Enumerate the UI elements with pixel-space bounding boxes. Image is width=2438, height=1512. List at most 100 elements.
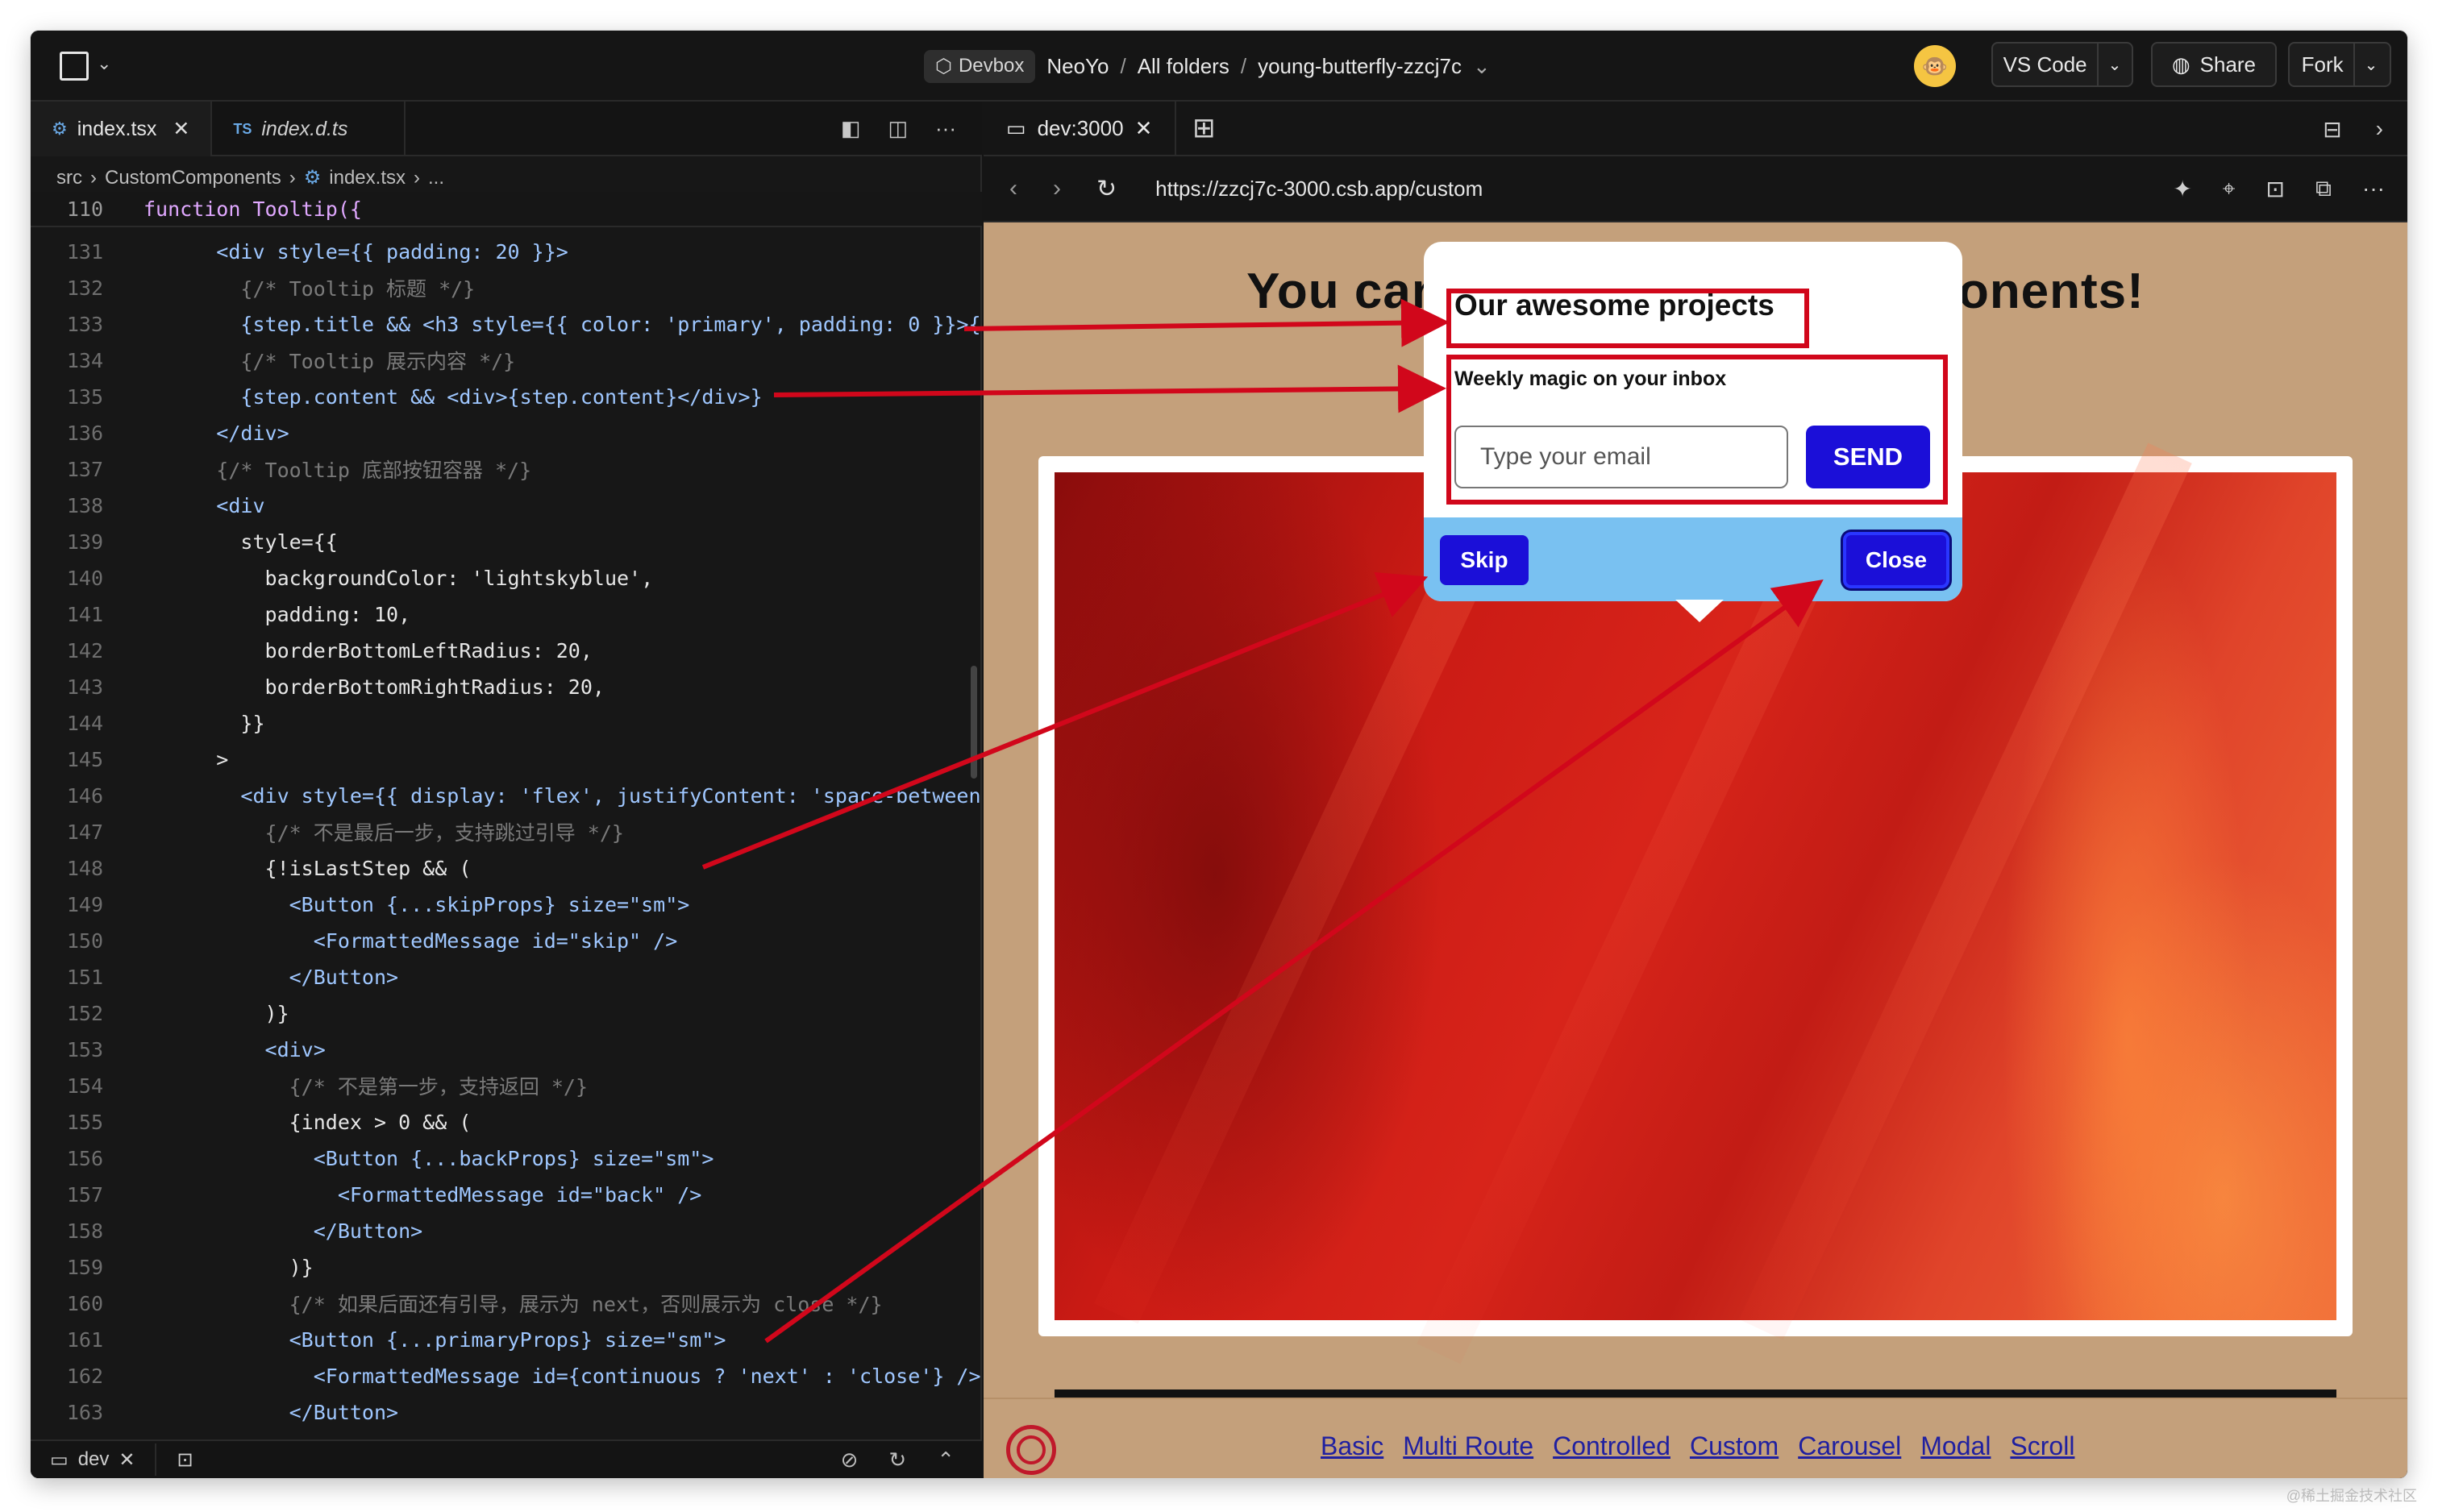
sticky-scroll-line[interactable]: 110 function Tooltip({: [31, 192, 982, 227]
close-icon[interactable]: ✕: [173, 117, 189, 141]
code-line[interactable]: 150 <FormattedMessage id="skip" />: [31, 923, 982, 958]
back-icon[interactable]: ‹: [1009, 175, 1017, 203]
tab-index-d-ts[interactable]: TS index.d.ts: [212, 102, 406, 156]
nav-link-modal[interactable]: Modal: [1920, 1431, 1991, 1461]
project-name[interactable]: young-butterfly-zzcj7c: [1258, 54, 1462, 79]
nav-link-scroll[interactable]: Scroll: [2010, 1431, 2074, 1461]
skip-button[interactable]: Skip: [1440, 535, 1529, 585]
devbox-badge[interactable]: ⬡ Devbox: [924, 49, 1036, 83]
code-line[interactable]: 155 {index > 0 && (: [31, 1104, 982, 1140]
close-icon[interactable]: ✕: [119, 1448, 135, 1472]
menu-square-icon[interactable]: [60, 52, 89, 81]
chevron-down-icon[interactable]: ⌄: [2108, 55, 2122, 75]
code-line[interactable]: 157 <FormattedMessage id="back" />: [31, 1177, 982, 1212]
code-line[interactable]: 156 <Button {...backProps} size="sm">: [31, 1140, 982, 1176]
code-line[interactable]: 135 {step.content && <div>{step.content}…: [31, 379, 982, 414]
close-button[interactable]: Close: [1843, 532, 1949, 588]
vscode-button[interactable]: VS Code ⌄: [1991, 42, 2133, 87]
code-line[interactable]: 139 style={{: [31, 524, 982, 559]
code-line[interactable]: 137 {/* Tooltip 底部按钮容器 */}: [31, 451, 982, 487]
breadcrumb-item[interactable]: CustomComponents: [105, 167, 281, 189]
code-line[interactable]: 149 <Button {...skipProps} size="sm">: [31, 887, 982, 922]
fork-button[interactable]: Fork ⌄: [2288, 42, 2391, 87]
sparkle-icon[interactable]: ✦: [2173, 176, 2191, 202]
app-window: ⌄ ⬡ Devbox NeoYo / All folders / young-bu…: [31, 31, 2407, 1478]
console-icon[interactable]: ⊡: [2266, 176, 2285, 202]
more-icon[interactable]: ···: [935, 116, 956, 141]
code-line[interactable]: 143 borderBottomRightRadius: 20,: [31, 669, 982, 704]
code-line[interactable]: 133 {step.title && <h3 style={{ color: '…: [31, 306, 982, 342]
crosshair-icon[interactable]: ⌖: [2223, 176, 2236, 202]
code-line[interactable]: 147 {/* 不是最后一步，支持跳过引导 */}: [31, 814, 982, 849]
watermark: @稀土掘金技术社区: [2286, 1488, 2417, 1504]
forward-icon[interactable]: ›: [1053, 175, 1061, 203]
line-number: 139: [66, 530, 103, 554]
line-number: 133: [66, 312, 103, 336]
reload-icon[interactable]: ↻: [1096, 175, 1117, 203]
url-input[interactable]: https://zzcj7c-3000.csb.app/custom: [1155, 177, 1483, 201]
code-text: {step.content && <div>{step.content}</di…: [144, 384, 763, 409]
code-line[interactable]: 146 <div style={{ display: 'flex', justi…: [31, 778, 982, 813]
layout-icon[interactable]: ⊟: [2323, 116, 2341, 143]
code-line[interactable]: 162 <FormattedMessage id={continuous ? '…: [31, 1358, 982, 1394]
code-line[interactable]: 153 <div>: [31, 1032, 982, 1067]
top-bar: ⌄ ⬡ Devbox NeoYo / All folders / young-bu…: [31, 31, 2407, 102]
more-icon[interactable]: ···: [2362, 176, 2385, 202]
code-line[interactable]: 136 </div>: [31, 415, 982, 451]
code-line[interactable]: 154 {/* 不是第一步，支持返回 */}: [31, 1068, 982, 1103]
external-window-icon[interactable]: ⧉: [2315, 176, 2332, 202]
code-line[interactable]: 161 <Button {...primaryProps} size="sm">: [31, 1322, 982, 1357]
chevron-down-icon[interactable]: ⌄: [2365, 55, 2378, 75]
tab-index-tsx[interactable]: ⚙ index.tsx ✕: [31, 102, 213, 156]
breadcrumb-item[interactable]: index.tsx: [329, 167, 406, 189]
breadcrumb-item[interactable]: src: [56, 167, 82, 189]
chevron-down-icon[interactable]: ⌄: [97, 53, 111, 74]
code-line[interactable]: 163 </Button>: [31, 1394, 982, 1430]
new-terminal-icon[interactable]: ⊡: [177, 1448, 193, 1472]
code-line[interactable]: 134 {/* Tooltip 展示内容 */}: [31, 343, 982, 378]
chevron-right-icon[interactable]: ›: [2376, 116, 2383, 143]
code-text: {index > 0 && (: [144, 1110, 472, 1134]
code-line[interactable]: 138 <div: [31, 488, 982, 523]
line-number: 144: [66, 711, 103, 735]
code-line[interactable]: 159 )}: [31, 1249, 982, 1285]
code-line[interactable]: 141 padding: 10,: [31, 596, 982, 632]
restart-icon[interactable]: ↻: [888, 1448, 906, 1473]
code-line[interactable]: 152 )}: [31, 995, 982, 1031]
nav-link-custom[interactable]: Custom: [1690, 1431, 1779, 1461]
code-line[interactable]: 160 {/* 如果后面还有引导，展示为 next，否则展示为 close */…: [31, 1286, 982, 1321]
nav-link-carousel[interactable]: Carousel: [1798, 1431, 1901, 1461]
code-line[interactable]: 151 </Button>: [31, 959, 982, 995]
nav-link-multi-route[interactable]: Multi Route: [1403, 1431, 1533, 1461]
folder-name[interactable]: All folders: [1138, 54, 1229, 79]
toggle-panel-icon[interactable]: ◧: [841, 116, 861, 141]
share-button[interactable]: ◍ Share: [2151, 42, 2277, 87]
code-line[interactable]: 158 </Button>: [31, 1213, 982, 1248]
code-line[interactable]: 145 >: [31, 741, 982, 777]
site-logo[interactable]: [1006, 1425, 1056, 1475]
clear-icon[interactable]: ⊘: [841, 1448, 859, 1473]
code-line[interactable]: 131 <div style={{ padding: 20 }}>: [31, 234, 982, 269]
chevron-up-icon[interactable]: ⌃: [937, 1448, 955, 1473]
tab-dev-3000[interactable]: ▭ dev:3000 ✕: [984, 101, 1177, 156]
code-line[interactable]: 144 }}: [31, 705, 982, 741]
code-text: borderBottomLeftRadius: 20,: [144, 638, 593, 663]
line-number: 154: [66, 1074, 103, 1098]
nav-link-basic[interactable]: Basic: [1321, 1431, 1383, 1461]
chevron-down-icon[interactable]: ⌄: [1473, 54, 1491, 79]
workspace-name[interactable]: NeoYo: [1046, 54, 1109, 79]
code-line[interactable]: 140 backgroundColor: 'lightskyblue',: [31, 560, 982, 596]
code-line[interactable]: 148 {!isLastStep && (: [31, 850, 982, 886]
code-line[interactable]: 142 borderBottomLeftRadius: 20,: [31, 633, 982, 668]
terminal-tabs-bar: ▭ dev ✕ ⊡ ⊘ ↻ ⌃: [31, 1439, 982, 1478]
nav-link-controlled[interactable]: Controlled: [1553, 1431, 1670, 1461]
close-icon[interactable]: ✕: [1135, 116, 1153, 141]
breadcrumb-item[interactable]: ...: [428, 167, 444, 189]
user-avatar[interactable]: 🐵: [1914, 45, 1956, 87]
add-tab-icon[interactable]: ⊞: [1176, 101, 1231, 156]
browser-icon: ▭: [1006, 115, 1026, 140]
code-line[interactable]: 132 {/* Tooltip 标题 */}: [31, 270, 982, 305]
split-editor-icon[interactable]: ◫: [888, 116, 908, 141]
vertical-scrollbar[interactable]: [971, 666, 977, 779]
terminal-tab[interactable]: ▭ dev ✕ ⊡: [31, 1443, 193, 1476]
